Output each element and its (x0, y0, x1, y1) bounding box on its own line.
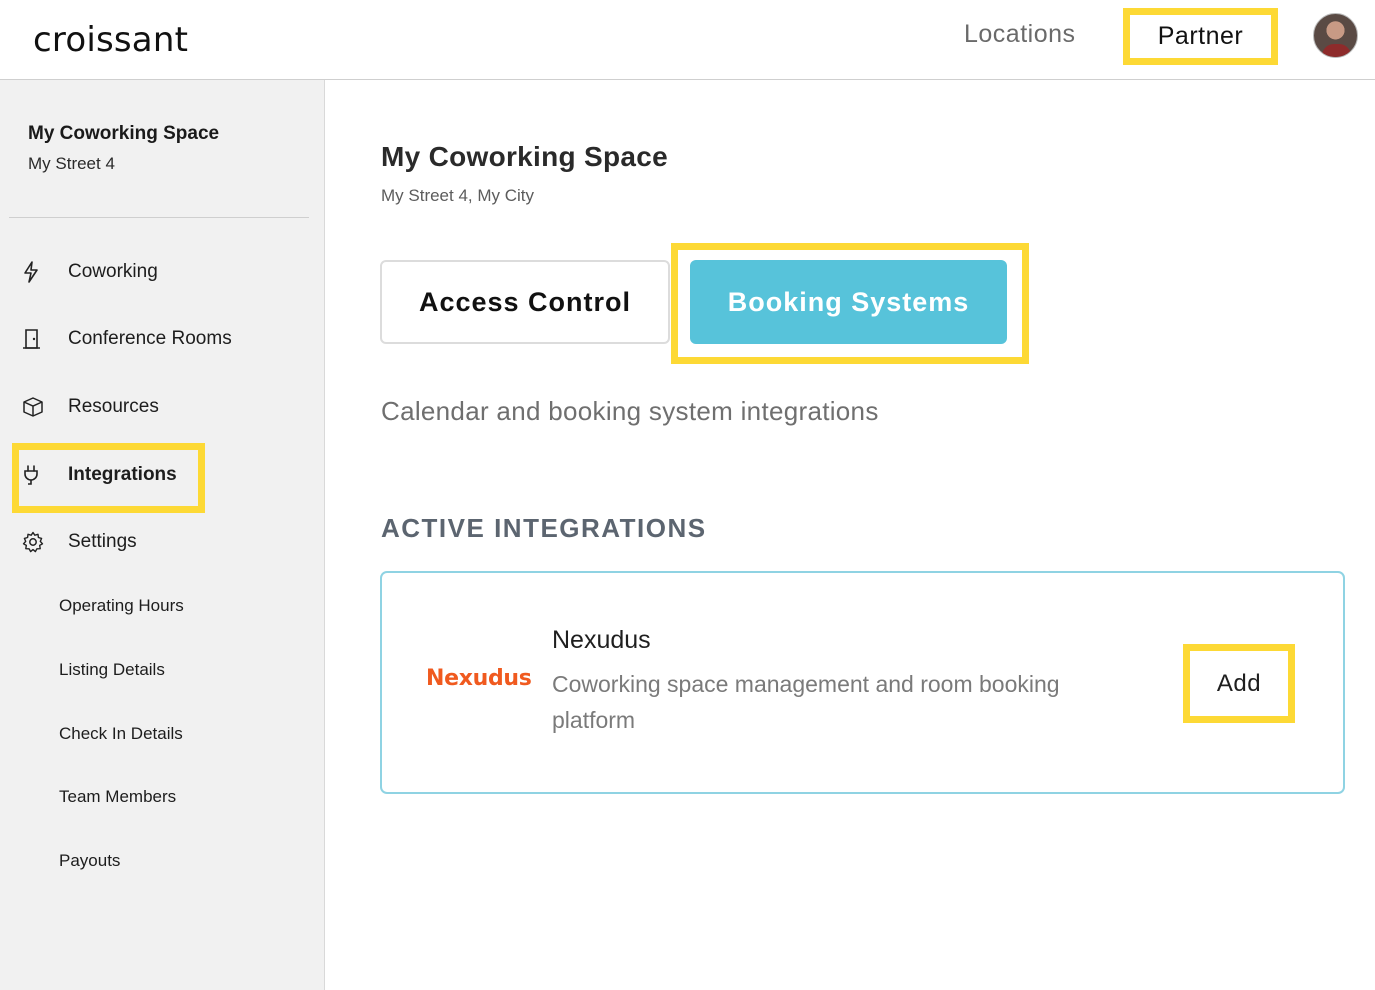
page-title: My Coworking Space (381, 141, 669, 172)
sidebar: My Coworking Space My Street 4 Coworking… (0, 80, 325, 990)
tab-description: Calendar and booking system integrations (381, 396, 879, 426)
sidebar-item-resources[interactable]: Resources (22, 387, 159, 427)
avatar-shirt (1322, 44, 1351, 57)
settings-sub-payouts[interactable]: Payouts (59, 851, 120, 871)
lightning-icon (22, 260, 54, 284)
sidebar-item-label: Integrations (68, 464, 177, 485)
nav-partner-link[interactable]: Partner (1123, 8, 1278, 65)
sidebar-item-settings[interactable]: Settings (22, 522, 137, 562)
sidebar-divider (9, 217, 309, 218)
top-bar: croissant Locations Partner (0, 0, 1375, 80)
add-integration-button[interactable]: Add (1183, 644, 1295, 723)
workspace-street: My Street 4 (28, 154, 115, 173)
user-avatar[interactable] (1313, 13, 1358, 58)
sidebar-item-label: Coworking (68, 261, 158, 282)
settings-sub-listing-details[interactable]: Listing Details (59, 660, 165, 680)
tab-booking-systems[interactable]: Booking Systems (690, 260, 1007, 344)
integration-card: Nexudus Nexudus Coworking space manageme… (380, 571, 1345, 794)
section-heading: ACTIVE INTEGRATIONS (381, 513, 707, 543)
workspace-name: My Coworking Space (28, 123, 220, 144)
plug-icon (22, 463, 54, 487)
integration-name: Nexudus (552, 626, 651, 654)
page-address: My Street 4, My City (381, 186, 535, 205)
door-icon (22, 327, 54, 351)
sidebar-item-conference-rooms[interactable]: Conference Rooms (22, 319, 232, 359)
gear-icon (22, 530, 54, 554)
croissant-logo[interactable]: croissant (33, 20, 188, 60)
sidebar-item-coworking[interactable]: Coworking (22, 252, 158, 292)
sidebar-item-label: Resources (68, 396, 159, 417)
nav-locations-link[interactable]: Locations (964, 20, 1076, 49)
tab-access-control[interactable]: Access Control (380, 260, 670, 344)
settings-sub-operating-hours[interactable]: Operating Hours (59, 596, 184, 616)
sidebar-item-label: Settings (68, 531, 137, 552)
nexudus-logo: Nexudus (426, 666, 532, 691)
sidebar-item-label: Conference Rooms (68, 328, 232, 349)
settings-sub-check-in-details[interactable]: Check In Details (59, 724, 183, 744)
box-icon (22, 395, 54, 419)
settings-sub-team-members[interactable]: Team Members (59, 787, 176, 807)
integration-description: Coworking space management and room book… (552, 671, 1060, 733)
sidebar-item-integrations[interactable]: Integrations (22, 455, 177, 495)
